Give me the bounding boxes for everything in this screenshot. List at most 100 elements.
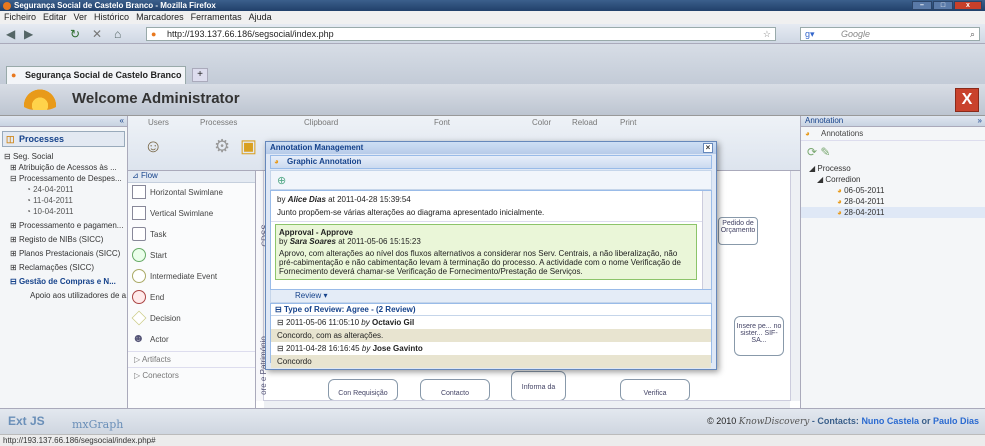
maximize-icon[interactable]: □	[933, 1, 953, 10]
author2-link[interactable]: Paulo Dias	[933, 416, 979, 426]
add-annotation-icon[interactable]: ⟳	[807, 145, 817, 159]
shape-end[interactable]: End	[128, 288, 255, 309]
menu-ferramentas[interactable]: Ferramentas	[191, 11, 242, 24]
app-footer: Ext JS mxGraph © 2010 KnowDiscovery - Co…	[0, 408, 985, 434]
tree-item[interactable]: ⊞ Processamento e pagamen...	[0, 220, 127, 231]
task-icon	[132, 227, 146, 241]
extjs-logo: Ext JS	[8, 414, 45, 428]
process-tree: ⊟ Seg. Social ⊞ Atribuição de Acessos às…	[0, 151, 127, 301]
task-requisicao[interactable]: Con Requisição	[328, 379, 398, 401]
artifacts-section[interactable]: ▷ Artifacts	[128, 351, 255, 367]
menu-historico[interactable]: Histórico	[94, 11, 129, 24]
tree-item[interactable]: ◔ 24-04-2011	[0, 184, 127, 195]
review-row[interactable]: ⊟ 2011-04-28 16:16:45 by Jose Gavinto	[271, 342, 711, 355]
shape-start[interactable]: Start	[128, 246, 255, 267]
shape-intermediate-event[interactable]: Intermediate Event	[128, 267, 255, 288]
tree-item[interactable]: ◢ Corredion	[801, 174, 985, 185]
task-contacto[interactable]: Contacto	[420, 379, 490, 401]
shape-actor[interactable]: ☻ Actor	[128, 330, 255, 351]
dialog-header[interactable]: Annotation Management ×	[266, 142, 716, 154]
canvas-hscroll[interactable]	[264, 400, 790, 408]
comments-scrollbar[interactable]	[702, 191, 711, 289]
logo-sun-icon	[20, 88, 60, 110]
flow-header[interactable]: ⊿ Flow	[128, 171, 255, 183]
tab-strip: ● Segurança Social de Castelo Branco +	[0, 44, 985, 84]
search-input[interactable]: g▾ Google ⌕	[800, 27, 980, 41]
annotations-tab[interactable]: ◕ Annotations	[801, 127, 985, 141]
review-text: Concordo	[271, 355, 711, 368]
task-verifica[interactable]: Verifica	[620, 379, 690, 401]
annotation-icon: ◕	[805, 129, 810, 138]
firefox-icon	[3, 2, 11, 10]
tree-item[interactable]: ⊟ Seg. Social	[0, 151, 127, 162]
tree-item[interactable]: ◔ 11-04-2011	[0, 195, 127, 206]
dialog-close-button[interactable]: ×	[703, 143, 713, 153]
task-informa[interactable]: Informa da	[511, 371, 566, 401]
edit-annotation-icon[interactable]: ✎	[820, 145, 830, 159]
intermediate-event-icon	[132, 269, 146, 283]
back-icon[interactable]: ◀	[6, 27, 15, 41]
tree-item[interactable]: ⊞ Reclamações (SICC)	[0, 262, 127, 273]
save-icon[interactable]: ▣	[240, 136, 257, 157]
tree-item[interactable]: ◔ 10-04-2011	[0, 206, 127, 217]
graphic-annotation-header[interactable]: ◕ Graphic Annotation	[270, 155, 712, 169]
logout-button[interactable]: X	[955, 88, 979, 112]
task-insere[interactable]: Insere pe... no sister... SIF-SA...	[734, 316, 784, 356]
search-icon[interactable]: ⌕	[970, 28, 975, 40]
reviews-grid: ⊟ Type of Review: Agree - (2 Review) ⊟ 2…	[270, 303, 712, 368]
review-button[interactable]: Review ▾	[270, 290, 712, 303]
tree-item[interactable]: ⊞ Registo de NIBs (SICC)	[0, 234, 127, 245]
close-window-icon[interactable]: x	[954, 1, 982, 10]
collapse-right-icon[interactable]: »	[978, 116, 982, 125]
annotation-tree: ◢ Processo ◢ Corredion ◕ 06-05-2011 ◕ 28…	[801, 163, 985, 218]
forward-icon[interactable]: ▶	[24, 27, 33, 41]
tree-item[interactable]: ◢ Processo	[801, 163, 985, 174]
home-icon[interactable]: ⌂	[114, 27, 121, 41]
add-comment-icon[interactable]: ⊕	[277, 175, 286, 187]
reload-icon[interactable]: ↻	[70, 27, 80, 41]
tree-item[interactable]: ◕ 28-04-2011	[801, 196, 985, 207]
menu-marcadores[interactable]: Marcadores	[136, 11, 184, 24]
minimize-icon[interactable]: –	[912, 1, 932, 10]
group-print: Print	[620, 118, 637, 127]
stop-icon[interactable]: ✕	[92, 27, 102, 41]
users-icon[interactable]: ☺	[144, 136, 162, 157]
group-clipboard: Clipboard	[304, 118, 339, 127]
review-row[interactable]: ⊟ 2011-05-06 11:05:10 by Octavio Gil	[271, 316, 711, 329]
shape-vertical-swimlane[interactable]: Vertical Swimlane	[128, 204, 255, 225]
collapse-left-icon[interactable]: «	[120, 116, 124, 125]
connectors-section[interactable]: ▷ Conectors	[128, 367, 255, 383]
canvas-vscroll[interactable]	[790, 171, 800, 401]
status-text: http://193.137.66.186/segsocial/index.ph…	[3, 436, 156, 445]
shape-horizontal-swimlane[interactable]: Horizontal Swimlane	[128, 183, 255, 204]
address-bar[interactable]: ● http://193.137.66.186/segsocial/index.…	[146, 27, 776, 41]
annotation-icon: ◕	[274, 157, 279, 166]
tree-item-selected[interactable]: ◕ 28-04-2011	[801, 207, 985, 218]
tree-item[interactable]: ⊞ Planos Prestacionais (SICC)	[0, 248, 127, 259]
bookmark-star-icon[interactable]: ☆	[763, 28, 771, 40]
tree-item[interactable]: Apoio aos utilizadores de a...	[0, 290, 127, 301]
decision-icon	[131, 310, 147, 326]
tab-favicon-icon: ●	[11, 70, 17, 80]
search-placeholder: Google	[841, 29, 871, 39]
menu-ver[interactable]: Ver	[74, 11, 88, 24]
approval-box: Approval - Approve by Sara Soares at 201…	[275, 224, 697, 280]
welcome-title: Welcome Administrator	[72, 90, 240, 107]
shape-decision[interactable]: Decision	[128, 309, 255, 330]
tree-item[interactable]: ⊞ Atribuição de Acessos às ...	[0, 162, 127, 173]
tree-item[interactable]: ◕ 06-05-2011	[801, 185, 985, 196]
tab-segsocial[interactable]: ● Segurança Social de Castelo Branco	[6, 66, 186, 84]
processes-button[interactable]: ◫ Processes	[2, 131, 125, 147]
menu-editar[interactable]: Editar	[43, 11, 67, 24]
new-tab-button[interactable]: +	[192, 68, 208, 82]
menu-ficheiro[interactable]: Ficheiro	[4, 11, 36, 24]
shape-task[interactable]: Task	[128, 225, 255, 246]
author1-link[interactable]: Nuno Castela	[861, 416, 919, 426]
menu-ajuda[interactable]: Ajuda	[249, 11, 272, 24]
task-pedido-orcamento[interactable]: Pedido de Orçamento	[718, 217, 758, 245]
processes-gear-icon[interactable]: ⚙	[214, 136, 230, 157]
tree-item[interactable]: ⊟ Gestão de Compras e N...	[0, 276, 127, 287]
folder-icon: ◫	[6, 134, 15, 144]
tree-item[interactable]: ⊟ Processamento de Despes...	[0, 173, 127, 184]
review-group-header[interactable]: ⊟ Type of Review: Agree - (2 Review)	[271, 304, 711, 316]
